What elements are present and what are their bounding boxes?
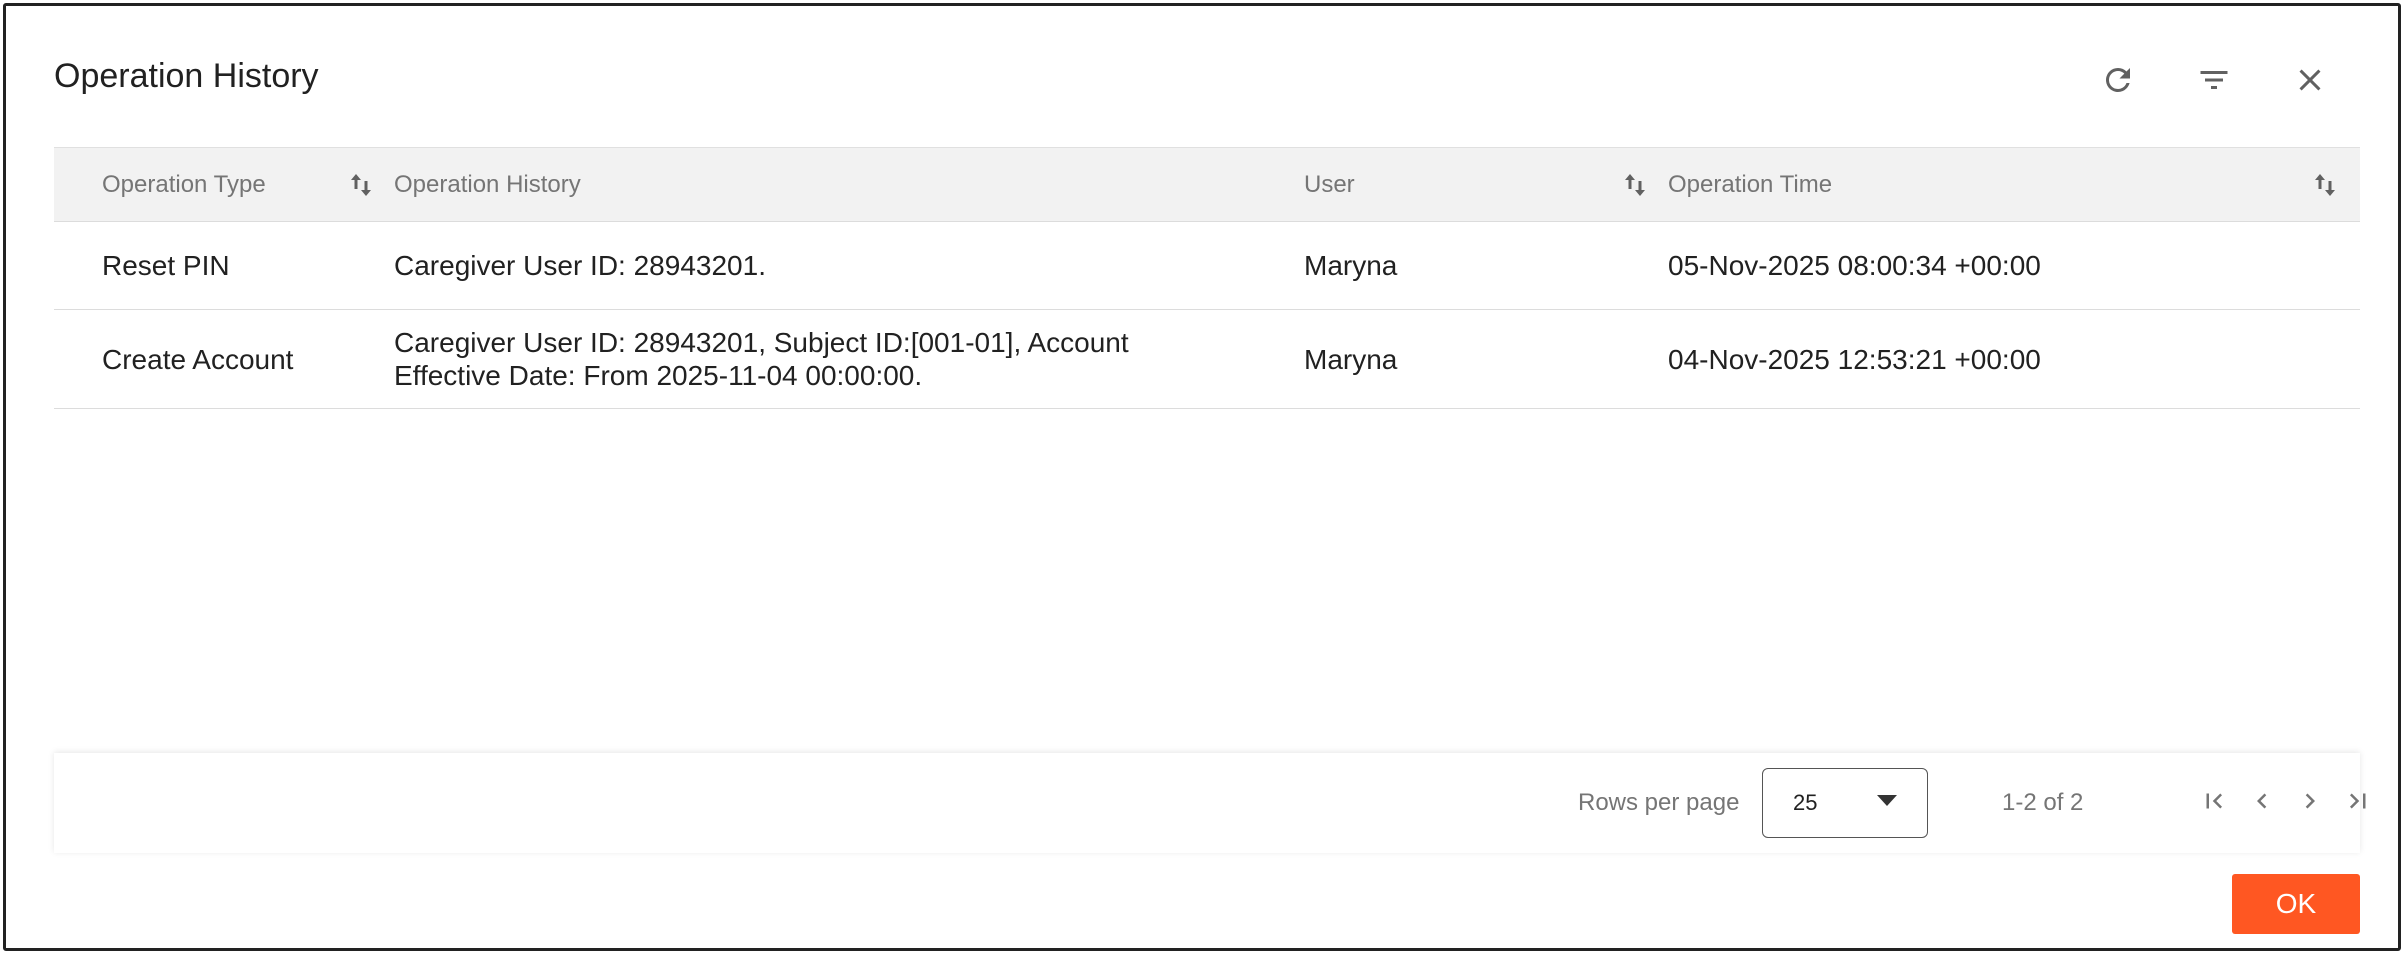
next-page-icon (2295, 786, 2325, 821)
cell-user: Maryna (1304, 309, 1668, 409)
table-pagination-footer: Rows per page 25 1-2 of 2 (54, 753, 2366, 853)
cell-operation-history: Caregiver User ID: 28943201. (394, 221, 1304, 310)
filter-button[interactable] (2166, 56, 2262, 104)
refresh-icon (2100, 62, 2136, 98)
rows-per-page-label: Rows per page (1578, 789, 1740, 816)
first-page-button[interactable] (2194, 781, 2234, 825)
ok-button[interactable]: OK (2232, 874, 2360, 934)
sort-icon[interactable] (1624, 172, 1646, 198)
column-header-operation-type[interactable]: Operation Type (54, 147, 394, 222)
sort-icon[interactable] (350, 172, 372, 198)
column-header-user[interactable]: User (1304, 147, 1668, 222)
sort-icon[interactable] (2314, 172, 2336, 198)
column-header-operation-history: Operation History (394, 147, 1304, 222)
close-icon (2292, 62, 2328, 98)
first-page-icon (2199, 786, 2229, 821)
previous-page-icon (2247, 786, 2277, 821)
refresh-button[interactable] (2070, 56, 2166, 104)
table-row[interactable]: Reset PIN Caregiver User ID: 28943201. M… (54, 221, 2360, 310)
last-page-button[interactable] (2338, 781, 2378, 825)
dialog-title: Operation History (54, 57, 319, 95)
next-page-button[interactable] (2290, 781, 2330, 825)
previous-page-button[interactable] (2242, 781, 2282, 825)
operation-history-dialog: Operation History Operation Type Operati… (3, 3, 2401, 951)
cell-operation-type: Reset PIN (54, 221, 394, 310)
close-button[interactable] (2262, 56, 2358, 104)
caret-down-icon (1877, 794, 1897, 812)
column-header-operation-time[interactable]: Operation Time (1668, 147, 2360, 222)
header-actions (2070, 56, 2358, 104)
rows-per-page-select[interactable]: 25 (1762, 768, 1928, 838)
cell-operation-time: 05-Nov-2025 08:00:34 +00:00 (1668, 221, 2360, 310)
cell-operation-type: Create Account (54, 309, 394, 409)
operation-history-table: Operation Type Operation History User Op… (54, 147, 2360, 409)
table-row[interactable]: Create Account Caregiver User ID: 289432… (54, 309, 2360, 409)
last-page-icon (2343, 786, 2373, 821)
page-range: 1-2 of 2 (2002, 789, 2084, 816)
cell-operation-history: Caregiver User ID: 28943201, Subject ID:… (394, 309, 1304, 409)
table-header-row: Operation Type Operation History User Op… (54, 147, 2360, 222)
filter-icon (2195, 62, 2233, 98)
cell-user: Maryna (1304, 221, 1668, 310)
cell-operation-time: 04-Nov-2025 12:53:21 +00:00 (1668, 309, 2360, 409)
pager-controls (2194, 781, 2378, 825)
rows-per-page-value: 25 (1793, 790, 1818, 815)
